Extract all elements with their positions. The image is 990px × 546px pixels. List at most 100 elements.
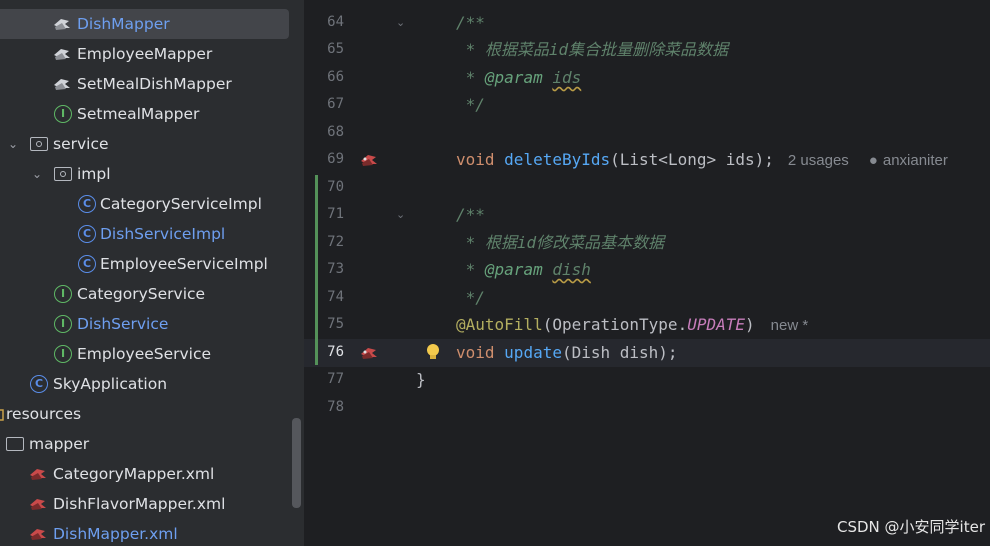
- scrollbar-thumb[interactable]: [292, 418, 301, 508]
- tree-item-categorymapper-xml[interactable]: CategoryMapper.xml: [0, 459, 290, 489]
- tree-item-skyapplication[interactable]: C SkyApplication: [0, 369, 290, 399]
- package-folder-icon: [30, 137, 48, 151]
- tree-item-label: CategoryService: [77, 285, 206, 303]
- tree-scrollbar[interactable]: [290, 0, 304, 546]
- tree-item-employeemapper[interactable]: EmployeeMapper: [0, 39, 290, 69]
- code-line-69: void deleteByIds(List<Long> ids); 2 usage…: [456, 146, 948, 173]
- keyword: void: [456, 343, 495, 362]
- line-number: 64: [327, 14, 344, 30]
- interface-icon: I: [54, 285, 72, 303]
- tree-item-employeeservice[interactable]: I EmployeeService: [0, 339, 290, 369]
- mybatis-navigate-icon[interactable]: [359, 152, 379, 168]
- mybatis-bird-icon: [54, 49, 70, 60]
- interface-icon: I: [54, 105, 72, 123]
- code-editor[interactable]: 64 65 66 67 68 69 70 71 72 73 74 75 76 7…: [304, 0, 990, 546]
- line-number: 74: [327, 289, 344, 305]
- code-text: (OperationType.: [542, 315, 688, 334]
- mybatis-navigate-icon[interactable]: [359, 345, 379, 361]
- chevron-down-icon[interactable]: ⌄: [30, 159, 44, 189]
- tree-item-dishservice[interactable]: I DishService: [0, 309, 290, 339]
- tree-item-dishmapper-xml[interactable]: DishMapper.xml: [0, 519, 290, 546]
- line-number: 70: [327, 179, 344, 195]
- line-number: 75: [327, 316, 344, 332]
- tree-item-setmealdishmapper[interactable]: SetMealDishMapper: [0, 69, 290, 99]
- author-inlay[interactable]: anxianiter: [883, 152, 948, 169]
- tree-item-label: SkyApplication: [53, 375, 168, 393]
- code-line-66: * @param ids: [456, 64, 582, 91]
- folder-icon: [6, 437, 24, 451]
- user-icon: ●: [868, 152, 878, 169]
- tree-item-dishserviceimpl[interactable]: C DishServiceImpl: [0, 219, 290, 249]
- closing-brace: }: [416, 370, 426, 389]
- tree-item-setmealmapper[interactable]: I SetmealMapper: [0, 99, 290, 129]
- tree-item-label: DishMapper.xml: [53, 525, 178, 543]
- annotation: @AutoFill: [456, 315, 543, 334]
- tree-item-label: service: [53, 135, 109, 153]
- line-number: 77: [327, 371, 344, 387]
- line-number: 76: [327, 344, 344, 360]
- line-number: 67: [327, 96, 344, 112]
- interface-icon: I: [54, 345, 72, 363]
- comment: * 根据id修改菜品基本数据: [456, 233, 665, 252]
- mybatis-bird-icon: [54, 79, 70, 90]
- tree-item-dishflavormapper-xml[interactable]: DishFlavorMapper.xml: [0, 489, 290, 519]
- tree-item-label: SetMealDishMapper: [77, 75, 232, 93]
- code-line-77: }: [416, 366, 426, 393]
- code-line-74: */: [456, 284, 485, 311]
- javadoc-tag: @param: [484, 68, 543, 87]
- tree-item-impl[interactable]: ⌄ impl: [0, 159, 290, 189]
- tree-item-categoryserviceimpl[interactable]: C CategoryServiceImpl: [0, 189, 290, 219]
- tree-item-label: impl: [77, 165, 111, 183]
- method-name: deleteByIds: [504, 150, 611, 169]
- code-line-75: @AutoFill(OperationType.UPDATE) new *: [456, 311, 808, 338]
- lightbulb-icon[interactable]: [424, 342, 442, 362]
- param-name: dish: [552, 260, 591, 279]
- enum-constant: UPDATE: [687, 315, 745, 334]
- watermark: CSDN @小安同学iter: [837, 518, 985, 536]
- line-number: 71: [327, 206, 344, 222]
- usages-inlay[interactable]: 2 usages: [788, 152, 849, 169]
- code-line-64: /**: [456, 9, 485, 36]
- comment: * 根据菜品id集合批量删除菜品数据: [456, 40, 729, 59]
- tree-item-label: CategoryMapper.xml: [53, 465, 215, 483]
- line-number: 78: [327, 399, 344, 415]
- chevron-down-icon[interactable]: ⌄: [6, 129, 20, 159]
- author-new-inlay[interactable]: new *: [771, 317, 809, 334]
- tree-item-employeeserviceimpl[interactable]: C EmployeeServiceImpl: [0, 249, 290, 279]
- class-icon: C: [78, 195, 96, 213]
- tree-item-dishmapper[interactable]: DishMapper: [0, 9, 289, 39]
- tree-item-label: EmployeeServiceImpl: [100, 255, 268, 273]
- tree-item-service[interactable]: ⌄ service: [0, 129, 290, 159]
- code-line-76: void update(Dish dish);: [456, 339, 678, 366]
- tree-item-label: mapper: [29, 435, 90, 453]
- tree-item-label: DishMapper: [77, 15, 170, 33]
- comment: */: [456, 288, 485, 307]
- code-line-71: /**: [456, 201, 485, 228]
- signature: (List<Long> ids);: [610, 150, 774, 169]
- method-name: update: [504, 343, 562, 362]
- tree-item-label: DishService: [77, 315, 169, 333]
- tree-item-resources[interactable]: resources: [0, 399, 290, 429]
- class-icon: C: [78, 255, 96, 273]
- tree-item-mapper[interactable]: mapper: [0, 429, 290, 459]
- mybatis-xml-icon: [30, 469, 46, 480]
- code-line-72: * 根据id修改菜品基本数据: [456, 229, 665, 256]
- line-number: 73: [327, 261, 344, 277]
- package-folder-icon: [54, 167, 72, 181]
- tree-item-label: DishServiceImpl: [100, 225, 226, 243]
- fold-chevron-icon[interactable]: ⌄: [396, 201, 405, 228]
- comment: [543, 260, 553, 279]
- tree-item-label: DishFlavorMapper.xml: [53, 495, 226, 513]
- comment: /**: [456, 13, 485, 32]
- comment: */: [456, 95, 485, 114]
- param-name: ids: [552, 68, 582, 87]
- spring-app-class-icon: C: [30, 375, 48, 393]
- interface-icon: I: [54, 315, 72, 333]
- comment: [543, 68, 553, 87]
- fold-chevron-icon[interactable]: ⌄: [396, 9, 405, 36]
- line-number: 69: [327, 151, 344, 167]
- tree-item-categoryservice[interactable]: I CategoryService: [0, 279, 290, 309]
- comment: /**: [456, 205, 485, 224]
